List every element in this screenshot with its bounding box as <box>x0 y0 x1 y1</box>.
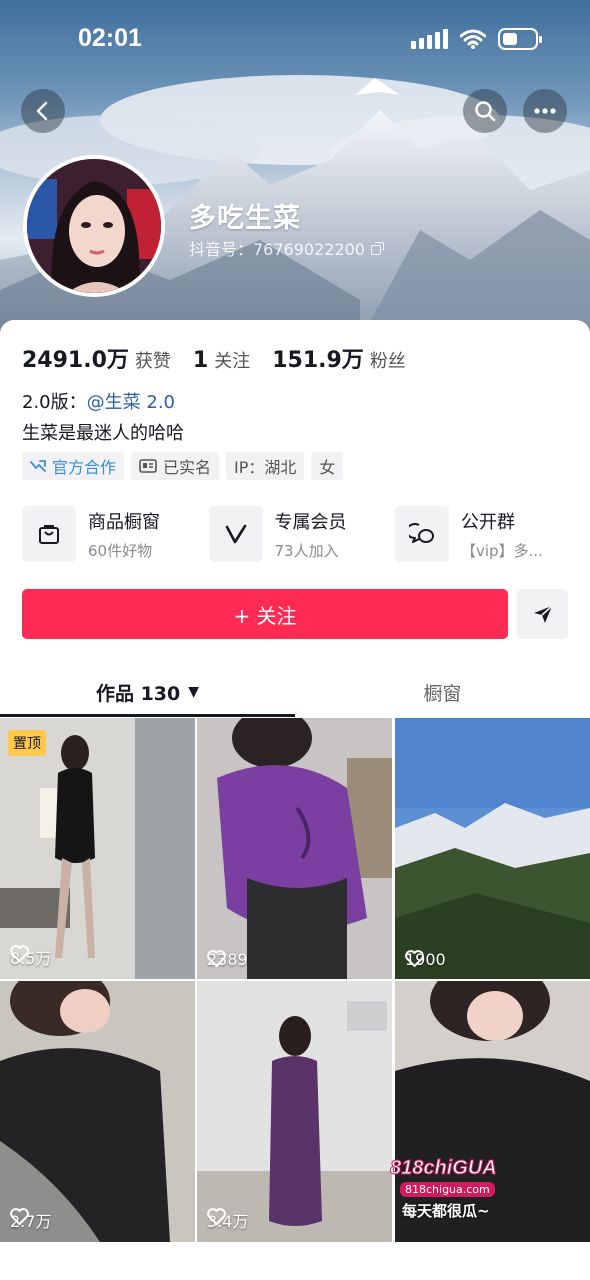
tag-official-label: 官方合作 <box>52 458 117 477</box>
v-icon <box>225 524 246 544</box>
profile-tags: 官方合作 已实名 IP：湖北 女 <box>22 452 344 480</box>
tab-works-label: 作品 130 <box>95 682 181 705</box>
more-button[interactable] <box>523 89 567 133</box>
cellular-signal-icon <box>411 29 448 49</box>
watermark-logo: 818chiGUA <box>389 1148 497 1182</box>
pinned-badge: 置顶 <box>8 730 46 756</box>
search-button[interactable] <box>463 89 507 133</box>
video-likes: 2389 <box>207 950 248 969</box>
tag-verified-label: 已实名 <box>163 458 212 477</box>
feature-membership-title: 专属会员 <box>274 511 347 533</box>
feature-shop-icon-box <box>22 506 76 562</box>
watermark-logo-number: 818 <box>389 1157 424 1180</box>
video-likes: 3.4万 <box>207 1208 248 1232</box>
follow-button[interactable]: + 关注 <box>22 589 508 639</box>
watermark-url: 818chigua.com <box>400 1182 495 1197</box>
douyin-id-text: 抖音号：76769022200 <box>189 240 365 259</box>
video-thumb-2[interactable]: 2389 <box>197 718 392 979</box>
watermark: 818chiGUA 818chigua.com 每天都很瓜~ <box>389 1148 580 1244</box>
feature-shop-window[interactable]: 商品橱窗 60件好物 <box>22 505 197 563</box>
send-icon <box>533 605 553 623</box>
caret-down-icon: ▼ <box>188 684 200 700</box>
heart-icon <box>10 1208 29 1225</box>
heart-icon <box>207 950 226 967</box>
tag-ip-label: IP：湖北 <box>234 458 297 477</box>
feature-shop-subtitle: 60件好物 <box>88 541 153 560</box>
feature-public-group[interactable]: 公开群 【vip】多... <box>395 505 570 563</box>
tab-works[interactable]: 作品 130 ▼ <box>0 667 295 717</box>
video-likes: 2.7万 <box>10 1208 51 1232</box>
tab-active-indicator <box>0 714 295 717</box>
heart-icon <box>207 1208 226 1225</box>
video-thumb-4[interactable]: 2.7万 <box>0 981 195 1242</box>
stat-likes-label: 获赞 <box>134 351 171 372</box>
feature-row: 商品橱窗 60件好物 专属会员 73人加入 公开群 【vip】多... <box>22 505 570 563</box>
handshake-icon <box>30 460 46 472</box>
feature-group-subtitle: 【vip】多... <box>461 541 543 560</box>
bag-icon <box>39 525 59 544</box>
stat-followers-label: 粉丝 <box>369 351 406 372</box>
search-icon <box>475 101 496 122</box>
profile-stats: 2491.0万 获赞 1 关注 151.9万 粉丝 <box>22 342 428 374</box>
more-dots-icon <box>534 108 556 114</box>
profile-nickname: 多吃生菜 <box>189 203 301 234</box>
back-button[interactable] <box>21 89 65 133</box>
feature-membership[interactable]: 专属会员 73人加入 <box>208 505 384 563</box>
chat-icon <box>409 523 434 543</box>
video-thumb-image <box>197 981 392 1242</box>
copy-icon[interactable] <box>370 241 384 255</box>
tag-ip-location: IP：湖北 <box>226 452 305 480</box>
stat-following-count: 1 <box>192 348 209 373</box>
watermark-logo-text: chiGUA <box>423 1157 497 1180</box>
video-thumb-3[interactable]: 1900 <box>395 718 590 979</box>
tag-official-cooperation[interactable]: 官方合作 <box>22 452 125 480</box>
douyin-id[interactable]: 抖音号：76769022200 <box>189 236 384 260</box>
battery-icon <box>498 28 542 50</box>
feature-group-icon-box <box>395 506 449 562</box>
video-thumb-image <box>395 718 590 979</box>
stat-likes[interactable]: 2491.0万 获赞 <box>22 342 171 374</box>
status-icons <box>411 28 542 50</box>
tag-gender-label: 女 <box>319 458 336 477</box>
video-thumb-image <box>197 718 392 979</box>
version-line: 2.0版：@生菜 2.0 <box>22 388 175 414</box>
video-likes: 8.5万 <box>10 945 51 969</box>
stat-followers-count: 151.9万 <box>272 348 364 373</box>
profile-bio: 生菜是最迷人的哈哈 <box>22 423 184 444</box>
chevron-left-icon <box>36 101 48 121</box>
video-thumb-image <box>0 981 195 1242</box>
heart-icon <box>405 950 424 967</box>
wifi-icon <box>460 29 486 49</box>
status-bar: 02:01 <box>0 0 590 80</box>
id-card-icon <box>139 459 157 473</box>
share-button[interactable] <box>517 589 568 639</box>
video-thumb-image <box>0 718 195 979</box>
avatar[interactable] <box>23 155 165 297</box>
heart-icon <box>10 945 29 962</box>
status-time: 02:01 <box>78 24 142 52</box>
avatar-image <box>27 159 161 293</box>
feature-group-title: 公开群 <box>461 511 515 533</box>
video-thumb-5[interactable]: 3.4万 <box>197 981 392 1242</box>
stat-followers[interactable]: 151.9万 粉丝 <box>272 342 406 374</box>
tag-gender: 女 <box>311 452 344 480</box>
video-likes: 1900 <box>405 950 446 969</box>
tab-store-label: 橱窗 <box>423 682 462 705</box>
content-tabs: 作品 130 ▼ 橱窗 <box>0 667 590 717</box>
stat-following[interactable]: 1 关注 <box>193 347 250 373</box>
feature-shop-title: 商品橱窗 <box>88 511 160 533</box>
tag-verified[interactable]: 已实名 <box>131 452 220 480</box>
tab-store[interactable]: 橱窗 <box>295 667 590 717</box>
stat-following-label: 关注 <box>214 351 251 372</box>
video-thumb-1[interactable]: 置顶 8.5万 <box>0 718 195 979</box>
version-prefix: 2.0版： <box>22 392 87 413</box>
stat-likes-count: 2491.0万 <box>22 348 129 373</box>
mention-link[interactable]: @生菜 2.0 <box>87 392 175 413</box>
feature-membership-icon-box <box>208 506 263 562</box>
watermark-slogan: 每天都很瓜~ <box>402 1202 490 1220</box>
feature-membership-subtitle: 73人加入 <box>274 541 339 560</box>
